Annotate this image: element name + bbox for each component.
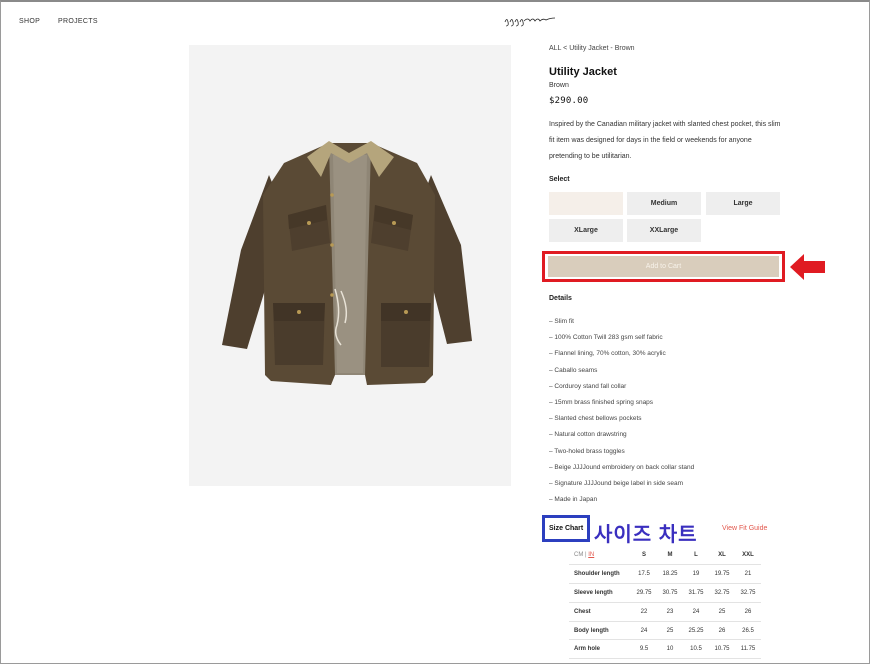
table-cell: 23 xyxy=(657,602,683,622)
top-nav: SHOP PROJECTS xyxy=(19,18,98,25)
size-chart-table: CM | IN S M L XL XXL Shoulder length 17.… xyxy=(569,546,761,660)
column-header: S xyxy=(631,546,657,566)
table-cell: 26.5 xyxy=(735,621,761,641)
table-cell: 26 xyxy=(709,621,735,641)
list-item: – Corduroy stand fall collar xyxy=(549,382,627,390)
column-header: L xyxy=(683,546,709,566)
size-small-button[interactable]: Small xyxy=(549,192,623,215)
jacket-illustration xyxy=(222,141,472,385)
breadcrumb-separator: < xyxy=(563,45,568,52)
nav-projects[interactable]: PROJECTS xyxy=(58,18,98,25)
list-item: – Two-holed brass toggles xyxy=(549,447,625,455)
red-arrow-icon xyxy=(790,254,825,280)
product-color: Brown xyxy=(549,82,569,89)
list-item: – Signature JJJJound beige label in side… xyxy=(549,479,684,487)
nav-shop[interactable]: SHOP xyxy=(19,18,40,25)
row-label: Arm hole xyxy=(569,639,631,660)
list-item: – 100% Cotton Twill 283 gsm self fabric xyxy=(549,334,663,342)
table-row: Arm hole 9.5 10 10.5 10.75 11.75 xyxy=(569,639,761,660)
table-cell: 21 xyxy=(735,564,761,585)
column-header: M xyxy=(657,546,683,566)
view-fit-guide-link[interactable]: View Fit Guide xyxy=(722,525,767,532)
details-title: Details xyxy=(549,295,572,302)
table-cell: 31.75 xyxy=(683,583,709,603)
size-large-button[interactable]: Large xyxy=(706,192,780,215)
table-row: Shoulder length 17.5 18.25 19 19.75 21 xyxy=(569,564,761,585)
row-label: Chest xyxy=(569,602,631,622)
table-header-row: CM | IN S M L XL XXL xyxy=(569,546,761,566)
size-xlarge-button[interactable]: XLarge xyxy=(549,219,623,242)
column-header: XL xyxy=(709,546,735,566)
table-cell: 32.75 xyxy=(709,583,735,603)
table-cell: 19 xyxy=(683,564,709,585)
product-price: $290.00 xyxy=(549,96,589,106)
list-item: – Beige JJJJound embroidery on back coll… xyxy=(549,463,695,471)
add-to-cart-button[interactable]: Add to Cart xyxy=(548,256,779,277)
row-label: Shoulder length xyxy=(569,564,631,585)
unit-in-option[interactable]: IN xyxy=(588,552,594,558)
list-item: – Natural cotton drawstring xyxy=(549,431,627,439)
list-item: – Flannel lining, 70% cotton, 30% acryli… xyxy=(549,350,666,358)
list-item: – Slim fit xyxy=(549,318,574,325)
table-cell: 26 xyxy=(735,602,761,622)
size-xxlarge-button[interactable]: XXLarge xyxy=(627,219,701,242)
table-cell: 19.75 xyxy=(709,564,735,585)
size-chart-label[interactable]: Size Chart xyxy=(549,525,583,532)
table-cell: 25 xyxy=(657,621,683,641)
table-cell: 10.5 xyxy=(683,639,709,660)
table-cell: 32.75 xyxy=(735,583,761,603)
table-cell: 22 xyxy=(631,602,657,622)
table-row: Chest 22 23 24 25 26 xyxy=(569,602,761,622)
column-header: XXL xyxy=(735,546,761,566)
breadcrumb: ALL < Utility Jacket - Brown xyxy=(549,45,635,52)
row-label: Body length xyxy=(569,621,631,641)
table-cell: 24 xyxy=(631,621,657,641)
table-cell: 11.75 xyxy=(735,639,761,660)
select-label: Select xyxy=(549,176,570,183)
breadcrumb-current: Utility Jacket - Brown xyxy=(569,45,635,52)
table-cell: 25.25 xyxy=(683,621,709,641)
list-item: – Made in Japan xyxy=(549,496,598,504)
product-image[interactable] xyxy=(189,45,511,486)
size-medium-button[interactable]: Medium xyxy=(627,192,701,215)
table-cell: 10 xyxy=(657,639,683,660)
table-cell: 17.5 xyxy=(631,564,657,585)
list-item: – Slanted chest bellows pockets xyxy=(549,415,642,423)
table-cell: 30.75 xyxy=(657,583,683,603)
table-cell: 10.75 xyxy=(709,639,735,660)
table-row: Sleeve length 29.75 30.75 31.75 32.75 32… xyxy=(569,583,761,603)
details-list: – Slim fit – 100% Cotton Twill 283 gsm s… xyxy=(549,316,694,510)
table-row: Body length 24 25 25.25 26 26.5 xyxy=(569,621,761,641)
product-title: Utility Jacket xyxy=(549,66,617,78)
breadcrumb-all[interactable]: ALL xyxy=(549,45,561,52)
table-cell: 29.75 xyxy=(631,583,657,603)
product-description: Inspired by the Canadian military jacket… xyxy=(549,121,781,160)
table-cell: 9.5 xyxy=(631,639,657,660)
korean-annotation: 사이즈 차트 xyxy=(594,524,698,546)
list-item: – Caballo seams xyxy=(549,366,598,374)
list-item: – 15mm brass finished spring snaps xyxy=(549,398,654,406)
unit-separator: | xyxy=(585,552,587,559)
row-label: Sleeve length xyxy=(569,583,631,603)
table-cell: 18.25 xyxy=(657,564,683,585)
table-cell: 24 xyxy=(683,602,709,622)
table-cell: 25 xyxy=(709,602,735,622)
brand-logo[interactable] xyxy=(502,13,558,27)
unit-cm-option[interactable]: CM xyxy=(574,552,583,558)
unit-toggle: CM | IN xyxy=(569,546,631,566)
